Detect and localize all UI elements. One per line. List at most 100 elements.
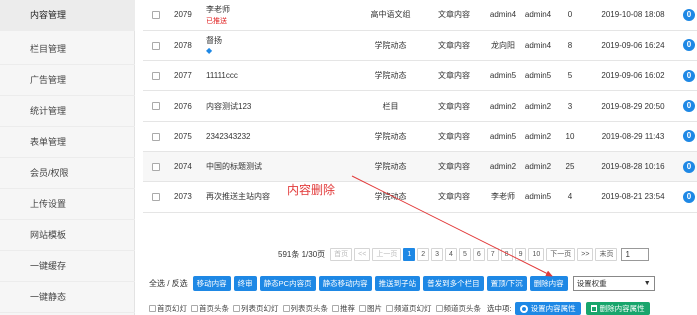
row-checkbox[interactable] bbox=[151, 72, 160, 81]
row-badge[interactable]: 0 bbox=[683, 100, 695, 113]
row-author: 龙向阳 bbox=[485, 30, 521, 62]
row-checkbox[interactable] bbox=[151, 193, 160, 202]
set-attribute-button[interactable]: 设置内容属性 bbox=[514, 302, 581, 315]
static-pc-button[interactable]: 静态PC内容页 bbox=[259, 276, 316, 291]
row-author: admin5 bbox=[485, 60, 521, 92]
page-number-button[interactable]: 8 bbox=[500, 247, 513, 261]
row-title[interactable]: 中国的标题测试 bbox=[206, 161, 358, 172]
table-row: 2076 内容测试123 栏目 文章内容 admin2 admin2 3 201… bbox=[143, 90, 697, 122]
first-page-button[interactable]: 首页 bbox=[330, 247, 353, 261]
sidebar-item-content[interactable]: 内容管理 bbox=[0, 0, 135, 31]
flag-option[interactable]: 首页头条 bbox=[191, 303, 229, 314]
row-badge[interactable]: 0 bbox=[683, 39, 695, 52]
sidebar-item-columns[interactable]: 栏目管理 bbox=[0, 34, 135, 65]
table-row: 2073 再次推送主站内容 学院动态 文章内容 李老师 admin5 4 201… bbox=[143, 181, 697, 213]
prev-group-button[interactable]: << bbox=[354, 247, 371, 261]
table-row: 2075 2342343232 学院动态 文章内容 admin5 admin2 … bbox=[143, 121, 697, 152]
row-type: 文章内容 bbox=[423, 0, 485, 31]
row-type: 文章内容 bbox=[423, 90, 485, 122]
flag-option[interactable]: 频道页头条 bbox=[435, 303, 481, 314]
row-title[interactable]: 李老师 bbox=[206, 4, 358, 15]
flag-options: 首页幻灯 首页头条 列表页幻灯 列表页头条 推荐 图片 频道页幻灯 频道页头条 … bbox=[149, 302, 650, 315]
row-badge[interactable]: 0 bbox=[683, 160, 695, 173]
row-editor: admin2 bbox=[521, 151, 555, 183]
row-checkbox[interactable] bbox=[151, 41, 160, 50]
row-column: 栏目 bbox=[358, 90, 423, 122]
page-number-button[interactable]: 7 bbox=[486, 247, 499, 261]
flag-option[interactable]: 首页幻灯 bbox=[149, 303, 187, 314]
flag-checkbox[interactable] bbox=[332, 305, 339, 312]
page-number-button[interactable]: 3 bbox=[431, 247, 444, 261]
page-jump-input[interactable]: 1 bbox=[621, 247, 650, 261]
push-substation-button[interactable]: 推送到子站 bbox=[374, 276, 421, 291]
row-title[interactable]: 11111ccc bbox=[206, 71, 358, 80]
pin-sink-button[interactable]: 置顶/下沉 bbox=[486, 276, 527, 291]
last-page-button[interactable]: 末页 bbox=[595, 247, 618, 261]
delete-content-button[interactable]: 删除内容 bbox=[529, 276, 568, 291]
row-views: 10 bbox=[555, 121, 585, 152]
row-checkbox[interactable] bbox=[151, 102, 160, 111]
delete-attribute-button[interactable]: 删除内容属性 bbox=[585, 302, 650, 315]
row-column: 高中语文组 bbox=[358, 0, 423, 31]
page-number-button[interactable]: 5 bbox=[458, 247, 471, 261]
sidebar-item-stats[interactable]: 统计管理 bbox=[0, 96, 135, 127]
next-group-button[interactable]: >> bbox=[577, 247, 594, 261]
row-type: 文章内容 bbox=[423, 30, 485, 62]
sidebar-item-templates[interactable]: 网站模板 bbox=[0, 220, 135, 251]
row-type: 文章内容 bbox=[423, 60, 485, 92]
page-number-button[interactable]: 6 bbox=[472, 247, 485, 261]
page-number-button[interactable]: 10 bbox=[528, 247, 545, 261]
row-id: 2073 bbox=[168, 181, 198, 213]
row-date: 2019-08-28 10:16 bbox=[585, 151, 681, 183]
weight-select[interactable]: 设置权重 ▼ bbox=[572, 276, 655, 291]
row-badge[interactable]: 0 bbox=[683, 69, 695, 82]
sidebar-item-static[interactable]: 一键静态 bbox=[0, 282, 135, 313]
flag-option[interactable]: 推荐 bbox=[332, 303, 355, 314]
sidebar: 内容管理 栏目管理 广告管理 统计管理 表单管理 会员/权限 上传设置 网站模板… bbox=[0, 0, 135, 315]
row-title[interactable]: 2342343232 bbox=[206, 132, 358, 141]
row-checkbox[interactable] bbox=[151, 132, 160, 141]
flag-option[interactable]: 列表页幻灯 bbox=[233, 303, 279, 314]
sidebar-item-ads[interactable]: 广告管理 bbox=[0, 65, 135, 96]
row-title[interactable]: 再次推送主站内容 bbox=[206, 191, 358, 202]
row-title[interactable]: 内容测试123 bbox=[206, 101, 358, 112]
flag-label: 列表页幻灯 bbox=[241, 304, 279, 313]
flag-checkbox[interactable] bbox=[149, 305, 156, 312]
row-checkbox[interactable] bbox=[151, 11, 160, 20]
row-badge[interactable]: 0 bbox=[683, 8, 695, 21]
static-mobile-button[interactable]: 静态移动内容 bbox=[318, 276, 372, 291]
publish-multi-column-button[interactable]: 普发到多个栏目 bbox=[423, 276, 484, 291]
flag-option[interactable]: 图片 bbox=[359, 303, 382, 314]
row-badge[interactable]: 0 bbox=[683, 190, 695, 203]
sidebar-item-upload[interactable]: 上传设置 bbox=[0, 189, 135, 220]
row-title[interactable]: 督扬 bbox=[206, 35, 358, 46]
select-all-toggle[interactable]: 全选 / 反选 bbox=[149, 278, 188, 289]
page-number-button[interactable]: 9 bbox=[514, 247, 527, 261]
row-badge[interactable]: 0 bbox=[683, 130, 695, 143]
move-content-button[interactable]: 移动内容 bbox=[192, 276, 231, 291]
flag-checkbox[interactable] bbox=[282, 305, 290, 312]
page-number-button[interactable]: 1 bbox=[403, 247, 416, 261]
flag-checkbox[interactable] bbox=[435, 305, 443, 312]
row-date: 2019-08-29 11:43 bbox=[585, 121, 681, 152]
page-number-button[interactable]: 4 bbox=[445, 247, 457, 261]
flag-checkbox[interactable] bbox=[191, 305, 198, 312]
row-checkbox[interactable] bbox=[151, 163, 160, 172]
sidebar-item-forms[interactable]: 表单管理 bbox=[0, 127, 135, 158]
flag-checkbox[interactable] bbox=[233, 305, 240, 312]
sidebar-item-members[interactable]: 会员/权限 bbox=[0, 158, 135, 189]
flag-option[interactable]: 列表页头条 bbox=[282, 303, 328, 314]
row-column: 学院动态 bbox=[358, 30, 423, 62]
row-editor: admin4 bbox=[521, 30, 555, 62]
gear-icon bbox=[519, 304, 528, 313]
sidebar-item-cache[interactable]: 一键缓存 bbox=[0, 251, 135, 282]
final-review-button[interactable]: 终审 bbox=[233, 276, 257, 291]
page-number-button[interactable]: 2 bbox=[417, 247, 430, 261]
flag-option[interactable]: 频道页幻灯 bbox=[386, 303, 432, 314]
prev-page-button[interactable]: 上一页 bbox=[372, 247, 402, 261]
flag-checkbox[interactable] bbox=[386, 305, 393, 312]
next-page-button[interactable]: 下一页 bbox=[546, 247, 576, 261]
row-views: 5 bbox=[555, 60, 585, 92]
flag-checkbox[interactable] bbox=[359, 305, 366, 312]
table-row: 2077 11111ccc 学院动态 文章内容 admin5 admin5 5 … bbox=[143, 60, 697, 92]
